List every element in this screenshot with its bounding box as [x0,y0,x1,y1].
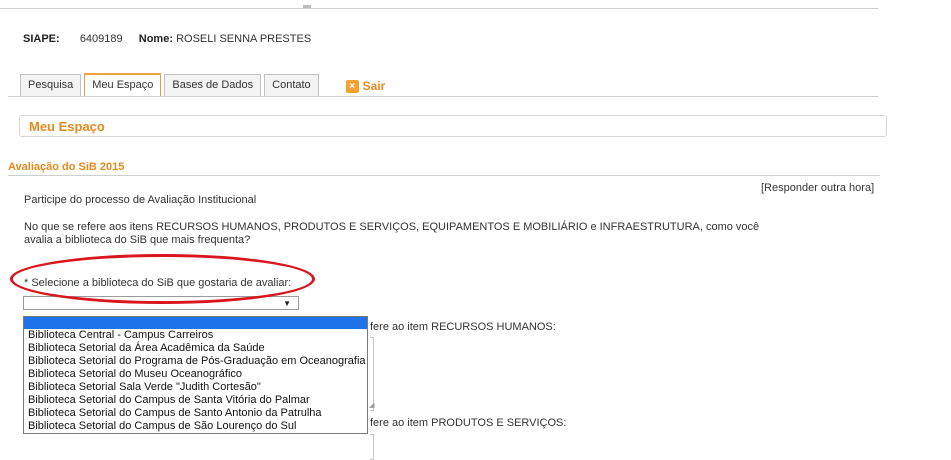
siape-value: 6409189 [79,33,123,45]
top-notch [303,5,311,8]
dropdown-option[interactable]: Biblioteca Setorial do Programa de Pós-G… [24,355,367,368]
dropdown-option[interactable] [24,317,367,329]
close-x-icon: × [345,79,359,93]
top-divider [0,8,878,9]
logout-button[interactable]: × Sair [345,79,386,96]
user-info: SIAPE: 6409189 Nome: ROSELI SENNA PRESTE… [23,33,311,45]
rh-label-partial: fere ao item RECURSOS HUMANOS: [370,321,556,333]
dropdown-option[interactable]: Biblioteca Setorial Sala Verde "Judith C… [24,381,367,394]
main-tabs: Pesquisa Meu Espaço Bases de Dados Conta… [20,73,385,96]
name-label: Nome: [138,33,173,45]
answer-later-link[interactable]: [Responder outra hora] [761,182,874,194]
section-title: Avaliação do SiB 2015 [8,161,125,173]
rh-textarea[interactable] [370,337,374,411]
library-select[interactable]: ▼ [23,296,299,310]
tab-pesquisa[interactable]: Pesquisa [20,74,82,96]
section-divider [8,175,880,176]
dropdown-option[interactable]: Biblioteca Setorial do Campus de Santo A… [24,407,367,420]
intro-text: Participe do processo de Avaliação Insti… [24,194,257,206]
tab-meu-espaco[interactable]: Meu Espaço [84,73,162,96]
ps-label-partial: fere ao item PRODUTOS E SERVIÇOS: [370,417,567,429]
select-label: * Selecione a biblioteca do SiB que gost… [24,277,292,289]
logout-label: Sair [362,79,386,93]
tab-contato[interactable]: Contato [264,74,319,96]
dropdown-arrow-icon: ▼ [283,299,291,308]
dropdown-option[interactable]: Biblioteca Setorial do Museu Oceanográfi… [24,368,367,381]
tabs-divider [8,96,878,97]
panel-title: Meu Espaço [29,119,105,134]
name-value: ROSELI SENNA PRESTES [176,33,312,45]
library-dropdown-list: Biblioteca Central - Campus Carreiros Bi… [23,316,368,434]
dropdown-option[interactable]: Biblioteca Setorial do Campus de São Lou… [24,420,367,433]
question-text: No que se refere aos itens RECURSOS HUMA… [24,221,760,246]
dropdown-option[interactable]: Biblioteca Setorial da Área Acadêmica da… [24,342,367,355]
tab-bases-de-dados[interactable]: Bases de Dados [164,74,262,96]
meu-espaco-panel: Meu Espaço [19,115,887,137]
resize-handle-icon[interactable]: ◢ [369,402,375,409]
ps-textarea[interactable] [370,434,374,460]
siape-label: SIAPE: [23,33,60,45]
dropdown-option[interactable]: Biblioteca Setorial do Campus de Santa V… [24,394,367,407]
dropdown-option[interactable]: Biblioteca Central - Campus Carreiros [24,329,367,342]
